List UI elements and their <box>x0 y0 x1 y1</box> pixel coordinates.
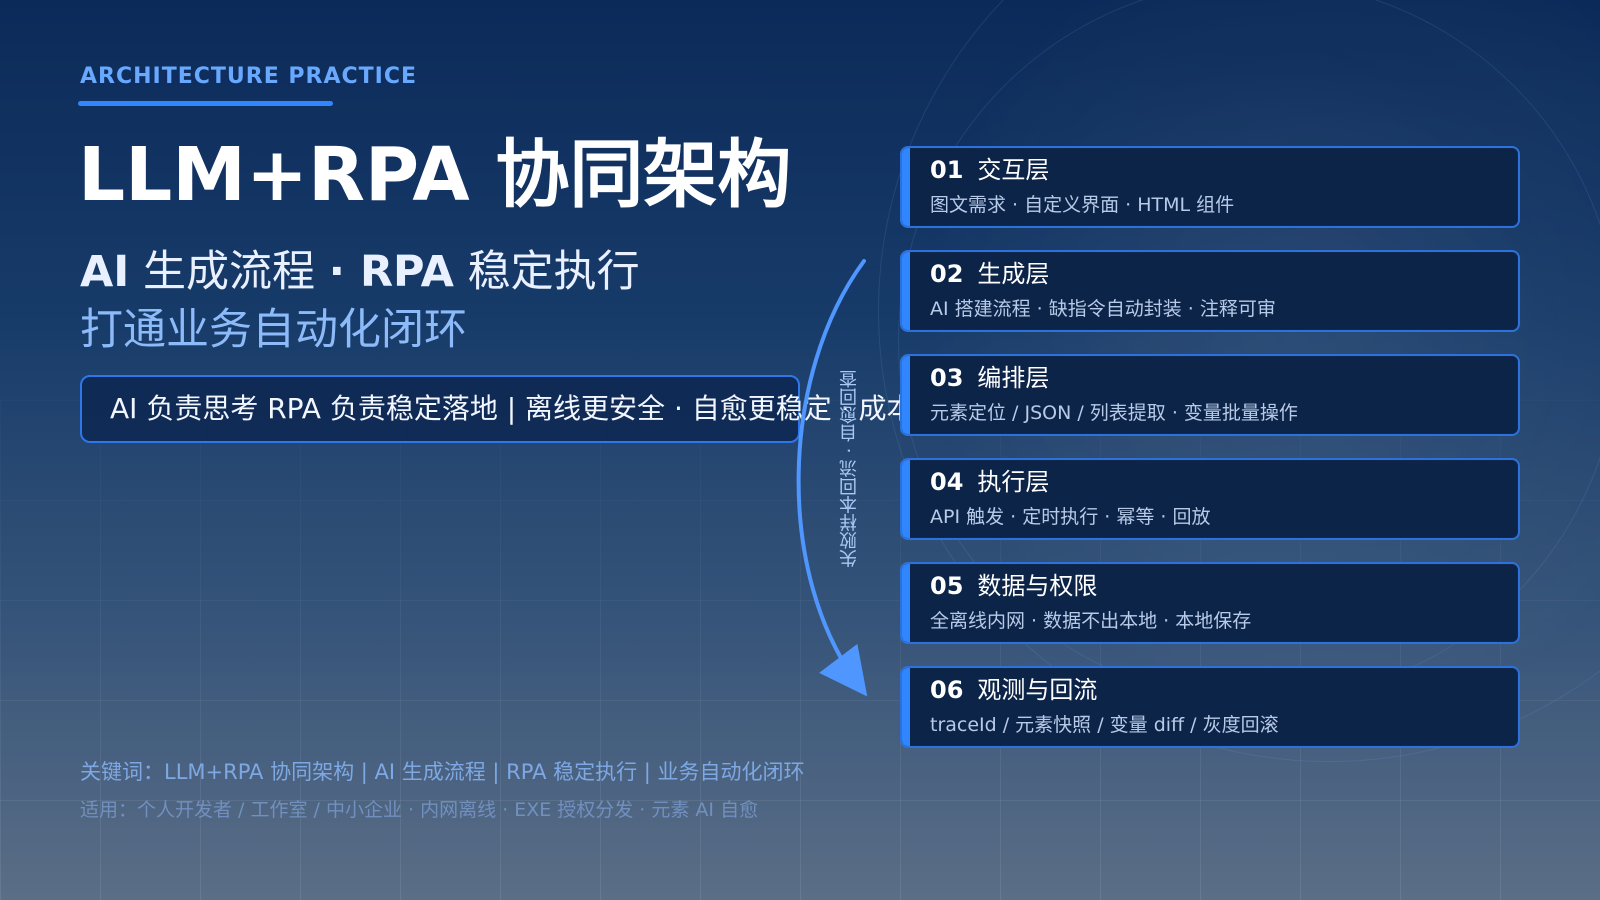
layer-name: 执行层 <box>977 468 1050 496</box>
subtitle-line-1: AI 生成流程 · RPA 稳定执行 <box>80 247 640 297</box>
layer-description: 图文需求 · 自定义界面 · HTML 组件 <box>930 194 1235 216</box>
layer-number: 04 <box>930 468 964 496</box>
layer-description: AI 搭建流程 · 缺指令自动封装 · 注释可审 <box>930 298 1276 320</box>
layer-title: 03 编排层 <box>930 363 1049 393</box>
feedback-loop-label: 失败样本回流 · 自愈回查 <box>839 370 860 568</box>
summary-pill: AI 负责思考 RPA 负责稳定落地 | 离线更安全 · 自愈更稳定 · 成本透… <box>80 375 970 443</box>
layer-name: 生成层 <box>977 260 1050 288</box>
subtitle-rpa: RPA <box>344 247 454 297</box>
subtitle-line-2: 打通业务自动化闭环 <box>80 305 467 355</box>
subtitle-execute: 稳定执行 <box>453 247 640 297</box>
layer-name: 编排层 <box>977 364 1050 392</box>
layer-description: 元素定位 / JSON / 列表提取 · 变量批量操作 <box>930 402 1298 424</box>
layer-name: 数据与权限 <box>977 572 1098 600</box>
page-title: LLM+RPA 协同架构 <box>78 135 791 216</box>
page-title-en: LLM+RPA <box>78 132 496 218</box>
layer-title: 04 执行层 <box>930 467 1049 497</box>
subtitle-ai: AI <box>80 247 130 297</box>
layer-card-execution: 04 执行层 API 触发 · 定时执行 · 幂等 · 回放 <box>900 458 1520 540</box>
layer-title: 01 交互层 <box>930 155 1049 185</box>
layer-card-generation: 02 生成层 AI 搭建流程 · 缺指令自动封装 · 注释可审 <box>900 250 1520 332</box>
layer-description: traceId / 元素快照 / 变量 diff / 灰度回滚 <box>930 714 1279 736</box>
layer-name: 交互层 <box>977 156 1050 184</box>
layer-number: 01 <box>930 156 964 184</box>
layer-card-data-permission: 05 数据与权限 全离线内网 · 数据不出本地 · 本地保存 <box>900 562 1520 644</box>
layer-card-observability: 06 观测与回流 traceId / 元素快照 / 变量 diff / 灰度回滚 <box>900 666 1520 748</box>
layer-number: 06 <box>930 676 964 704</box>
page-title-cn: 协同架构 <box>495 132 792 218</box>
layer-number: 05 <box>930 572 964 600</box>
layer-title: 06 观测与回流 <box>930 675 1097 705</box>
subtitle-generate: 生成流程 <box>129 247 329 297</box>
layer-number: 02 <box>930 260 964 288</box>
layer-name: 观测与回流 <box>977 676 1098 704</box>
subtitle-dot: · <box>328 247 345 297</box>
layer-card-orchestration: 03 编排层 元素定位 / JSON / 列表提取 · 变量批量操作 <box>900 354 1520 436</box>
layer-title: 02 生成层 <box>930 259 1049 289</box>
keywords-line: 关键词：LLM+RPA 协同架构 | AI 生成流程 | RPA 稳定执行 | … <box>80 760 805 784</box>
applicable-line: 适用：个人开发者 / 工作室 / 中小企业 · 内网离线 · EXE 授权分发 … <box>80 799 759 821</box>
layer-description: 全离线内网 · 数据不出本地 · 本地保存 <box>930 610 1252 632</box>
eyebrow-label: ARCHITECTURE PRACTICE <box>80 64 417 89</box>
layer-title: 05 数据与权限 <box>930 571 1097 601</box>
layer-number: 03 <box>930 364 964 392</box>
layer-card-interaction: 01 交互层 图文需求 · 自定义界面 · HTML 组件 <box>900 146 1520 228</box>
layer-description: API 触发 · 定时执行 · 幂等 · 回放 <box>930 506 1211 528</box>
feedback-loop-arrow <box>796 259 868 697</box>
eyebrow-underline <box>78 101 333 106</box>
